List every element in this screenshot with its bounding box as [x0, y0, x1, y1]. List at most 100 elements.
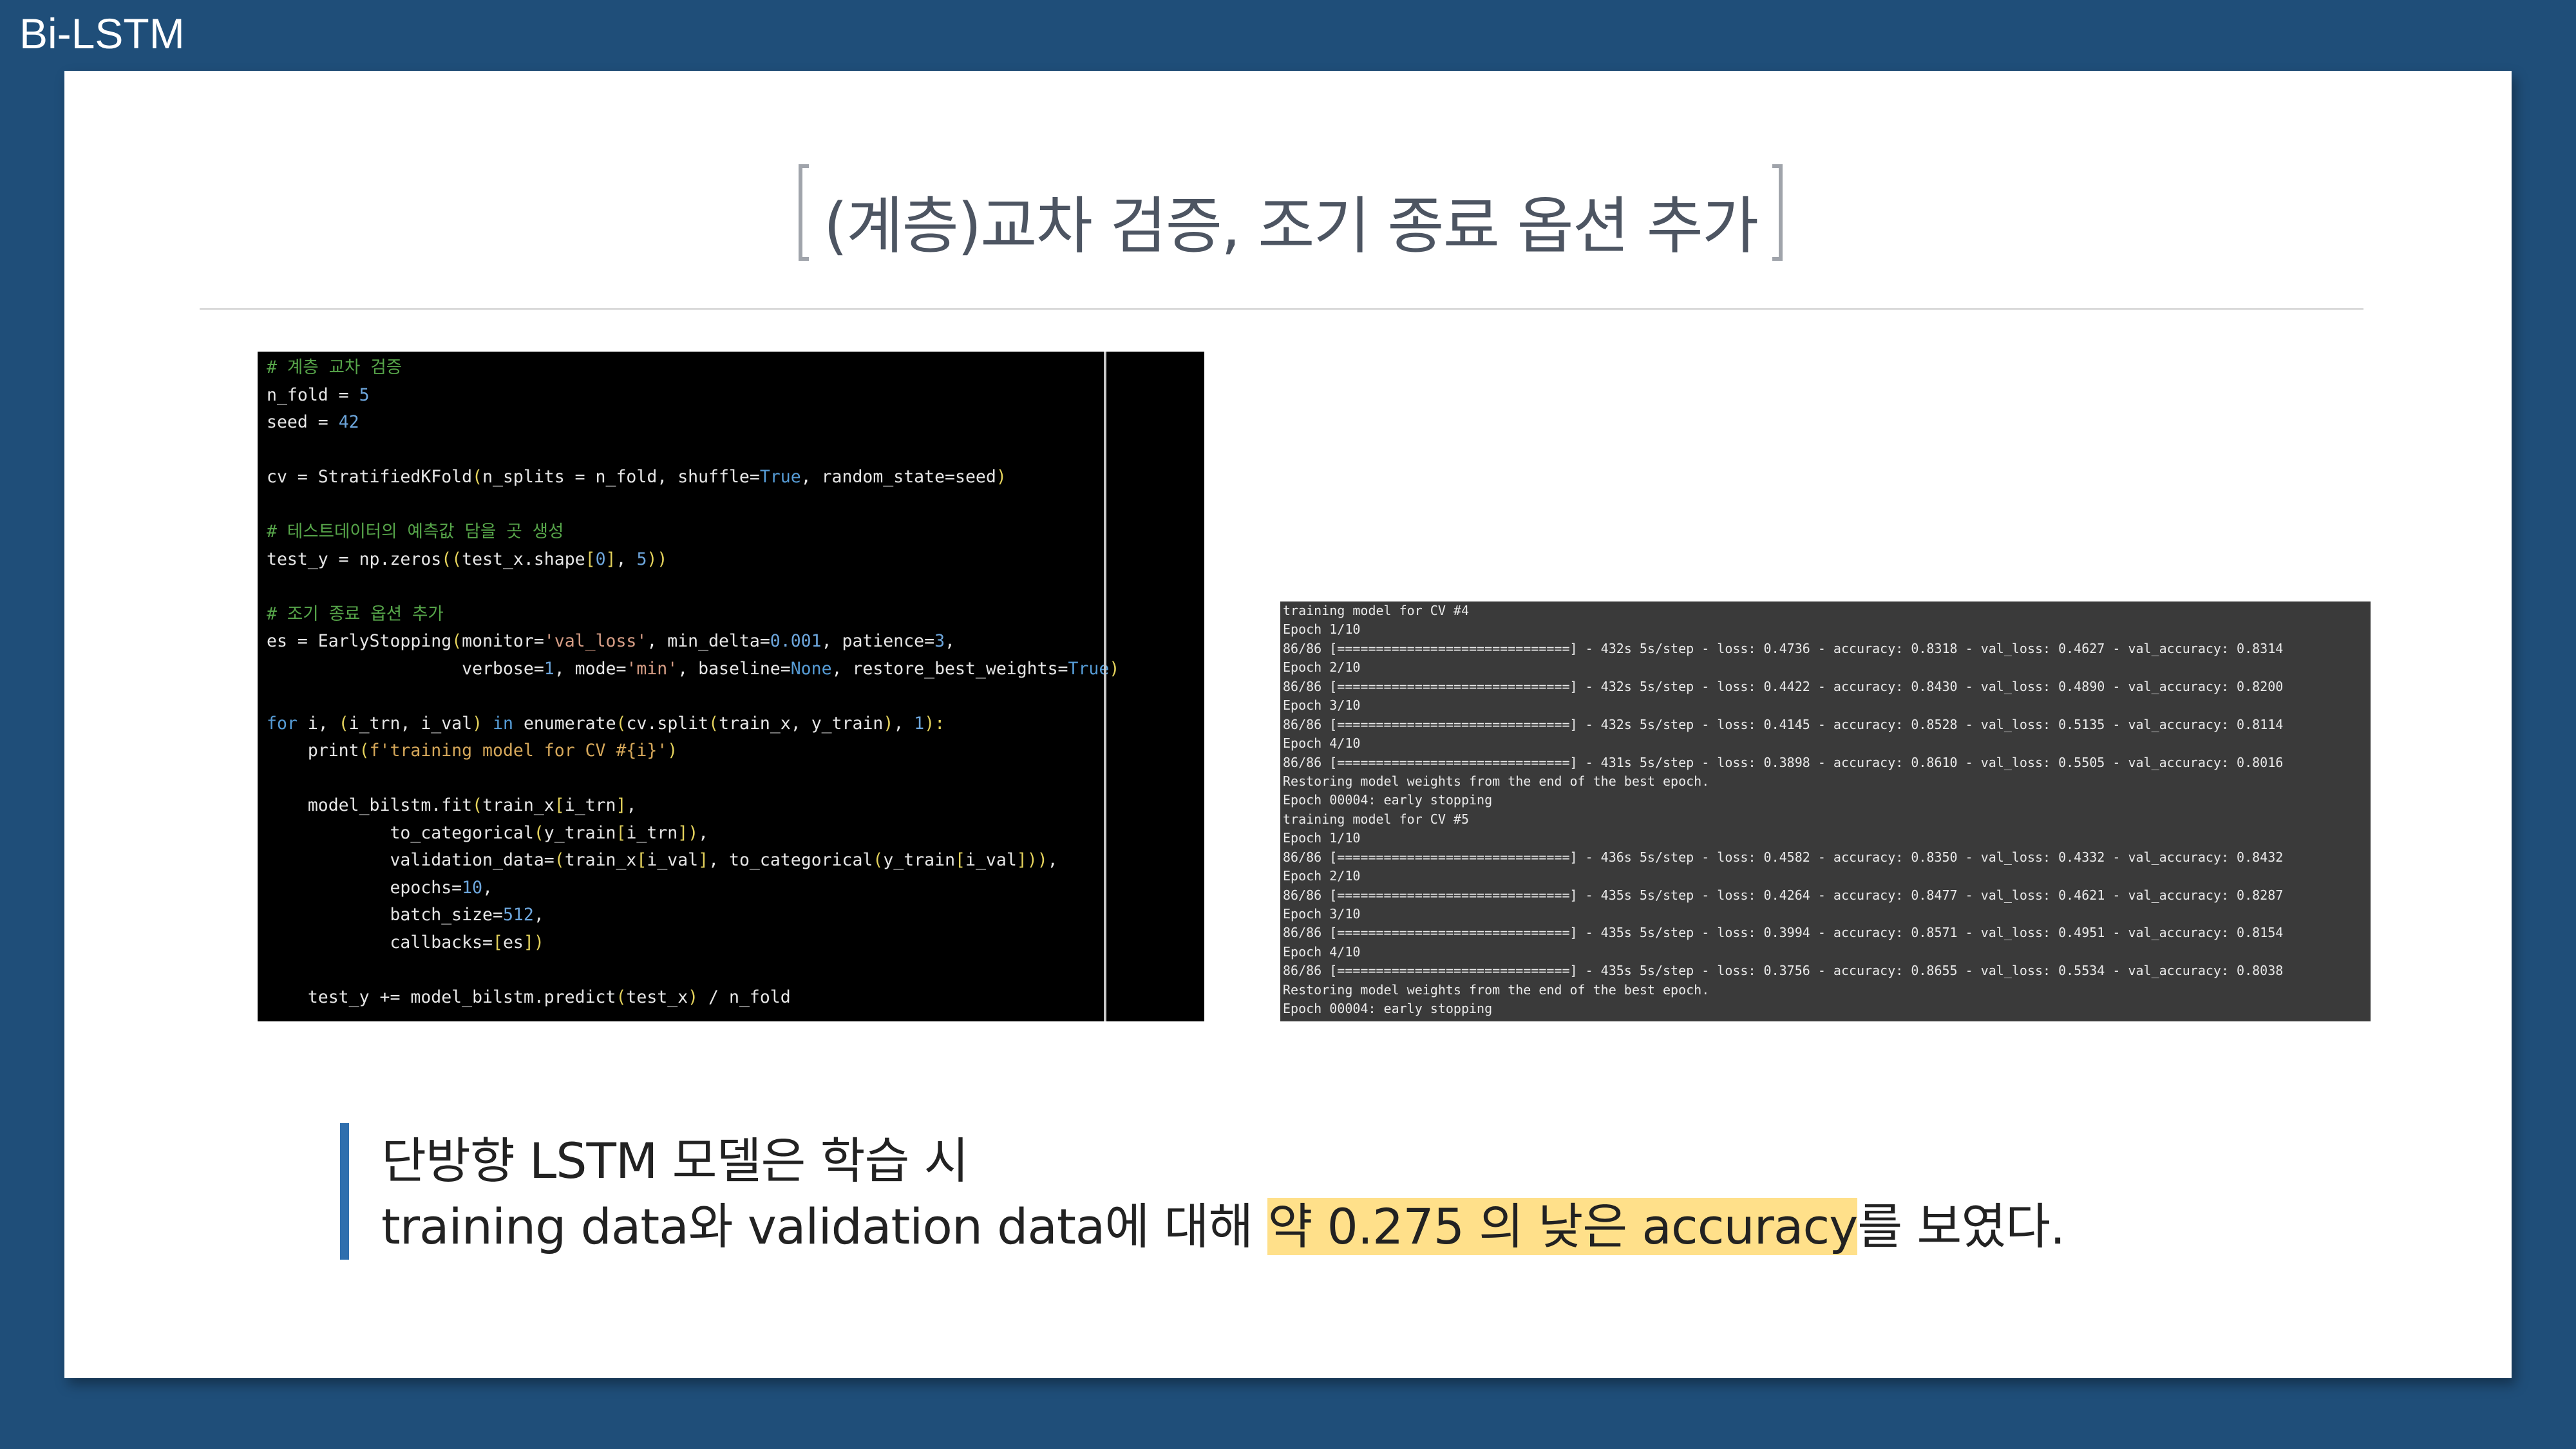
code-token: print — [267, 741, 359, 761]
code-token: epochs= — [267, 877, 462, 898]
code-token: f'training model for CV #{i}' — [369, 741, 668, 761]
code-token: ( — [451, 631, 462, 651]
code-line: # 계층 교차 검증 — [267, 354, 1204, 382]
code-line: n_fold = 5 — [267, 382, 1204, 410]
code-token: [ — [955, 850, 966, 870]
code-token: True — [1068, 658, 1110, 679]
terminal-line: 86/86 [==============================] -… — [1283, 963, 2284, 979]
code-line: seed = 42 — [267, 409, 1204, 437]
code-token: , — [698, 822, 709, 843]
code-token: monitor= — [462, 631, 544, 651]
code-token: ] — [616, 795, 627, 815]
code-token: ( — [554, 850, 565, 870]
terminal-line: 86/86 [==============================] -… — [1283, 716, 2284, 732]
code-line: verbose=1, mode='min', baseline=None, re… — [267, 656, 1204, 683]
code-token: cv = StratifiedKFold — [267, 467, 473, 487]
code-token: i_trn — [626, 822, 678, 843]
code-token: ( — [472, 795, 483, 815]
code-token: ) — [688, 987, 699, 1007]
code-line: # 테스트데이터의 예측값 담을 곳 생성 — [267, 518, 1204, 546]
right-bracket — [1772, 164, 1783, 261]
code-token: # 계층 교차 검증 — [267, 357, 402, 377]
code-token: 0 — [595, 549, 606, 569]
code-line: callbacks=[es]) — [267, 929, 1204, 957]
terminal-line: training model for CV #4 — [1283, 603, 1469, 618]
code-token: None — [790, 658, 832, 679]
terminal-line: Epoch 1/10 — [1283, 830, 1361, 846]
code-token: ( — [359, 741, 370, 761]
code-token: to_categorical — [267, 822, 534, 843]
code-token: ( — [338, 713, 349, 734]
code-token: True — [759, 467, 801, 487]
accuracy-highlight: 약 0.275 의 낮은 accuracy — [1267, 1198, 1858, 1255]
code-token: es = EarlyStopping — [267, 631, 452, 651]
code-token: 512 — [502, 905, 534, 925]
code-token: ) — [472, 713, 483, 734]
code-token: 5 — [359, 384, 370, 405]
code-token: )) — [647, 549, 668, 569]
terminal-line: 86/86 [==============================] -… — [1283, 754, 2284, 770]
code-token: , min_delta= — [647, 631, 770, 651]
code-token: , random_state=seed — [800, 467, 996, 487]
title-divider — [200, 308, 2363, 310]
code-token: test_x.shape — [462, 549, 585, 569]
code-token: ): — [924, 713, 945, 734]
code-token: 'min' — [626, 658, 678, 679]
code-token: i_val — [965, 850, 1017, 870]
terminal-line: 86/86 [==============================] -… — [1283, 925, 2284, 941]
code-token: , — [1047, 850, 1058, 870]
code-token: / n_fold — [698, 987, 791, 1007]
terminal-line: Epoch 3/10 — [1283, 906, 1361, 922]
code-token: [ — [616, 822, 627, 843]
code-token: 3 — [934, 631, 945, 651]
code-token: ( — [616, 713, 627, 734]
terminal-line: Epoch 00004: early stopping — [1283, 1001, 1493, 1017]
code-token: n_fold = — [267, 384, 359, 405]
slide-title-block: (계층)교차 검증, 조기 종료 옵션 추가 — [799, 164, 1783, 262]
code-token: 42 — [338, 412, 359, 432]
code-token: y_train — [883, 850, 956, 870]
training-log-screenshot: training model for CV #4 Epoch 1/10 86/86 … — [1280, 601, 2371, 1021]
code-token: [ — [636, 850, 647, 870]
code-line: to_categorical(y_train[i_trn]), — [267, 820, 1204, 848]
code-line: test_y = np.zeros((test_x.shape[0], 5)) — [267, 546, 1204, 574]
code-token: verbose= — [267, 658, 544, 679]
code-token: i_trn — [564, 795, 616, 815]
code-token: # 테스트데이터의 예측값 담을 곳 생성 — [267, 522, 564, 542]
code-token: ) — [996, 467, 1007, 487]
code-token: model_bilstm.fit — [267, 795, 473, 815]
code-token: , restore_best_weights= — [831, 658, 1068, 679]
code-token: , — [626, 795, 637, 815]
code-token: test_y = np.zeros — [267, 549, 442, 569]
code-token: ( — [533, 822, 544, 843]
terminal-line: Epoch 3/10 — [1283, 697, 1361, 714]
code-token: es — [502, 932, 524, 952]
code-token: ) — [1109, 658, 1120, 679]
code-token: ] — [698, 850, 709, 870]
code-token: test_x — [626, 987, 688, 1007]
callout-line-2-prefix: training data와 validation data에 대해 — [381, 1198, 1268, 1255]
code-token: i, — [297, 713, 339, 734]
terminal-line: Restoring model weights from the end of … — [1283, 981, 1710, 998]
code-screenshot: # 계층 교차 검증 n_fold = 5 seed = 42 cv = Strati… — [258, 352, 1204, 1021]
code-token: , — [533, 905, 544, 925]
code-token: train_x — [482, 795, 554, 815]
code-token: ]) — [523, 932, 544, 952]
code-token: train_x, y_train — [719, 713, 884, 734]
code-token: ( — [616, 987, 627, 1007]
terminal-line: Epoch 4/10 — [1283, 735, 1361, 752]
slide-label: Bi-LSTM — [19, 10, 185, 57]
code-token: y_train — [544, 822, 616, 843]
code-line: epochs=10, — [267, 875, 1204, 902]
terminal-line: 86/86 [==============================] -… — [1283, 849, 2284, 865]
terminal-line: Restoring model weights from the end of … — [1283, 773, 1710, 789]
code-line: print(f'training model for CV #{i}') — [267, 737, 1204, 765]
code-token: (( — [441, 549, 462, 569]
